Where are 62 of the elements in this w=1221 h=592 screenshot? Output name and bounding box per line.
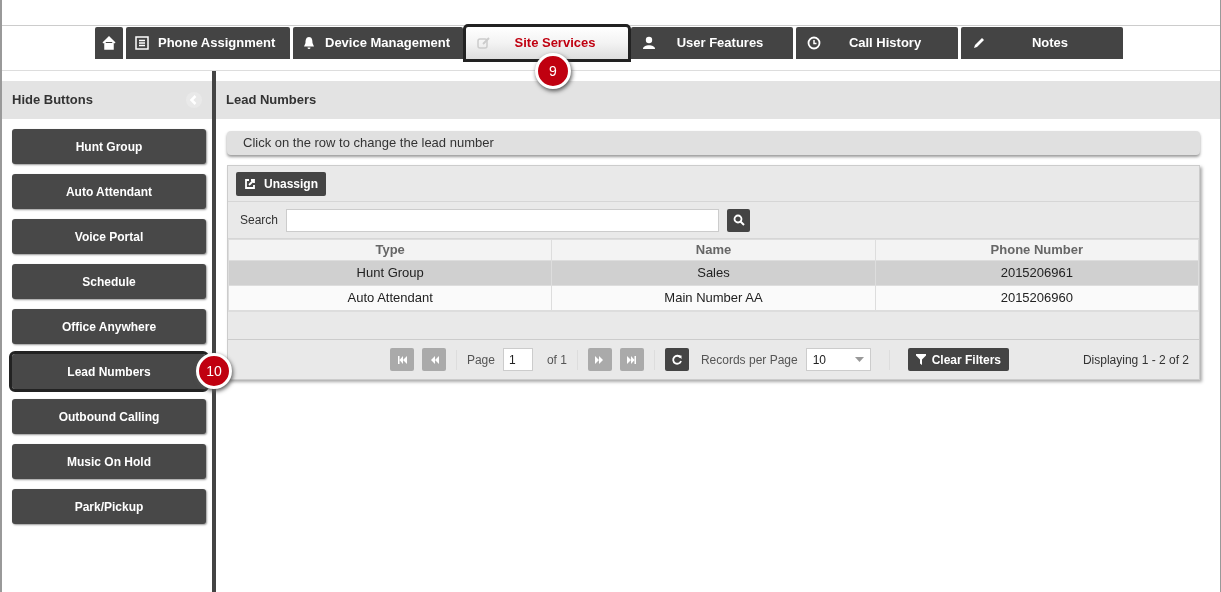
unassign-button[interactable]: Unassign: [236, 171, 326, 196]
collapse-icon[interactable]: [186, 92, 202, 108]
sidebar-title: Hide Buttons: [12, 91, 93, 110]
table-cell: Hunt Group: [228, 260, 552, 286]
sidebar-button[interactable]: Voice Portal: [12, 219, 206, 254]
hint-bar: Click on the row to change the lead number: [227, 131, 1200, 155]
page-field[interactable]: 1: [502, 348, 533, 371]
nav-tab[interactable]: Device Management: [293, 27, 463, 59]
panel-title: Lead Numbers: [226, 91, 317, 110]
nav-tab[interactable]: Phone Assignment: [126, 27, 290, 59]
nav-tab[interactable]: Notes: [961, 27, 1123, 59]
sidebar-button[interactable]: Hunt Group: [12, 129, 206, 164]
table-row[interactable]: Auto Attendant Main Number AA 2015206960: [228, 285, 1199, 311]
sidebar-button[interactable]: Office Anywhere: [12, 309, 206, 344]
search-button[interactable]: [727, 208, 751, 232]
search-label: Search: [240, 212, 279, 229]
table-row[interactable]: Hunt Group Sales 2015206961: [228, 260, 1199, 286]
page-label: Page: [466, 351, 495, 369]
column-header[interactable]: Phone Number: [875, 239, 1199, 261]
first-page-button[interactable]: [389, 348, 414, 371]
column-header[interactable]: Name: [551, 239, 876, 261]
fast-forward-icon: [593, 353, 606, 366]
sidebar-button[interactable]: Schedule: [12, 264, 206, 299]
nav-tab[interactable]: Site Services: [466, 27, 628, 59]
search-field[interactable]: [286, 208, 720, 232]
list-icon: [134, 35, 150, 51]
sidebar-button[interactable]: Lead Numbers: [12, 354, 206, 389]
records-summary: Displaying 1 - 2 of 2: [1082, 351, 1189, 369]
share-icon: [244, 177, 256, 190]
bell-icon: [301, 35, 317, 51]
table-cell: Auto Attendant: [228, 285, 552, 311]
nav-tab[interactable]: User Features: [631, 27, 793, 59]
sidebar-button[interactable]: Auto Attendant: [12, 174, 206, 209]
previous-page-button[interactable]: [421, 348, 446, 371]
home-tab[interactable]: [95, 27, 123, 59]
refresh-icon: [670, 353, 683, 366]
filter-icon: [915, 354, 926, 365]
next-page-button[interactable]: [587, 348, 612, 371]
clear-filters-button[interactable]: Clear Filters: [907, 348, 1010, 371]
nav-tab[interactable]: Call History: [796, 27, 958, 59]
last-page-button[interactable]: [619, 348, 644, 371]
edit-icon: [476, 35, 492, 51]
records-label: Records per Page: [700, 351, 798, 369]
sidebar-button[interactable]: Music On Hold: [12, 444, 206, 479]
table-cell: Main Number AA: [551, 285, 876, 311]
sidebar-button[interactable]: Outbound Calling: [12, 399, 206, 434]
caret-icon: [854, 357, 864, 362]
refresh-button[interactable]: [664, 348, 689, 371]
page-count: of 1: [546, 351, 567, 369]
table-cell: 2015206960: [875, 285, 1199, 311]
skip-back-icon: [395, 353, 408, 366]
home-icon: [101, 35, 117, 51]
pencil-icon: [971, 35, 987, 51]
skip-forward-icon: [625, 353, 638, 366]
table-cell: Sales: [551, 260, 876, 286]
records-dropdown[interactable]: 10: [805, 348, 871, 371]
table-cell: 2015206961: [875, 260, 1199, 286]
column-header[interactable]: Type: [228, 239, 552, 261]
clock-icon: [806, 35, 822, 51]
user-icon: [641, 35, 657, 51]
search-icon: [732, 214, 745, 226]
sidebar-button[interactable]: Park/Pickup: [12, 489, 206, 524]
